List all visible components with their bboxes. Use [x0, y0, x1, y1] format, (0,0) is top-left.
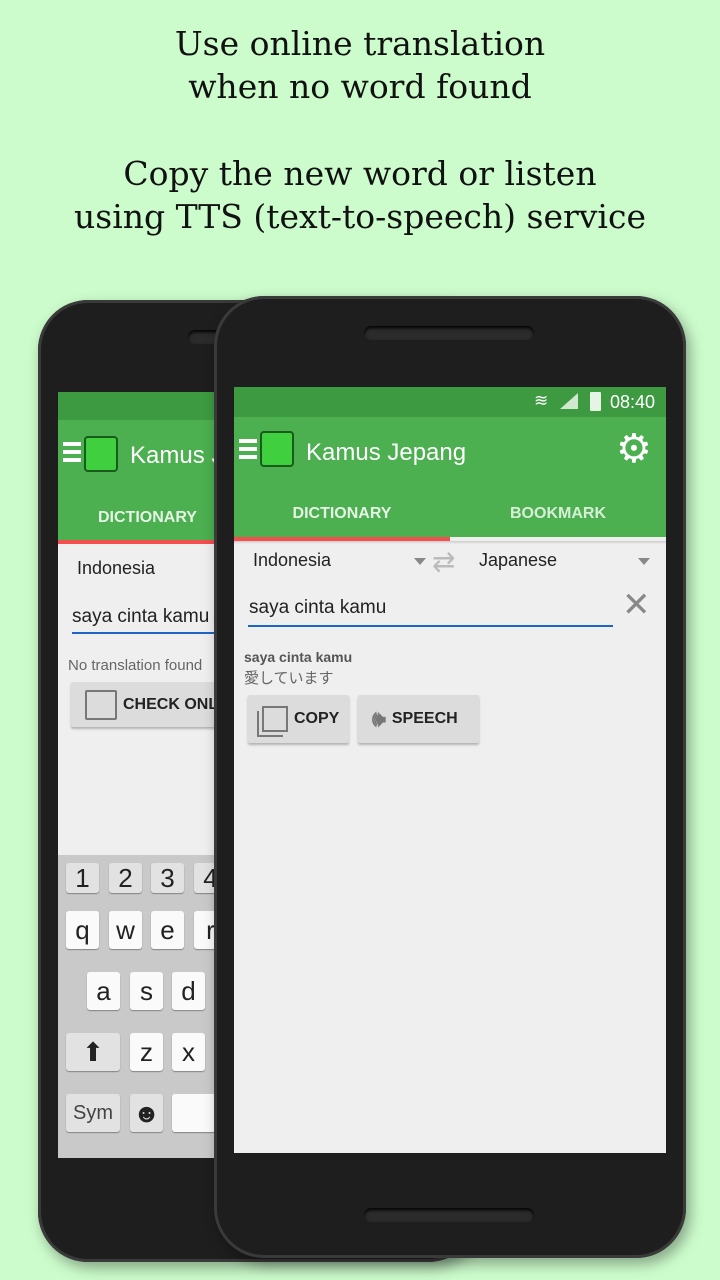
app-logo-icon [84, 436, 118, 472]
shift-key[interactable]: ⬆ [66, 1033, 120, 1071]
tab-dictionary[interactable]: DICTIONARY [234, 505, 450, 523]
app-logo-icon [260, 431, 294, 467]
target-language-select[interactable]: Japanese [479, 550, 557, 571]
online-search-icon [85, 689, 117, 720]
bottom-speaker-grille [364, 1208, 534, 1222]
caption-line-4: using TTS (text-to-speech) service [74, 197, 646, 236]
key-q[interactable]: q [66, 911, 99, 949]
copy-button[interactable]: COPY [248, 695, 349, 743]
caption-line-2: when no word found [188, 67, 532, 106]
shift-arrow-icon: ⬆ [82, 1036, 104, 1067]
speech-button[interactable]: 🕪 SPEECH [358, 695, 479, 743]
key-d[interactable]: d [172, 972, 205, 1010]
key-x[interactable]: x [172, 1033, 205, 1071]
settings-gear-icon[interactable]: ⚙ [616, 429, 652, 469]
status-bar: ≋ 08:40 [234, 387, 666, 417]
sym-key[interactable]: Sym [66, 1094, 120, 1132]
speaker-grille [364, 326, 534, 340]
wifi-icon: ≋ [534, 391, 549, 410]
source-language-select[interactable]: Indonesia [77, 558, 155, 579]
source-dropdown-arrow-icon[interactable] [414, 558, 426, 565]
app-title: Kamus Jepang [306, 439, 467, 466]
target-dropdown-arrow-icon[interactable] [638, 558, 650, 565]
battery-icon [590, 392, 601, 411]
tab-dictionary[interactable]: DICTIONARY [98, 509, 197, 527]
copy-label: COPY [294, 710, 340, 727]
app-bar-shadow [234, 541, 666, 544]
status-time: 08:40 [610, 392, 656, 412]
source-language-select[interactable]: Indonesia [253, 550, 331, 571]
front-phone: ≋ 08:40 Kamus Jepang ⚙ DICTIONARY BOOKMA… [214, 296, 686, 1258]
speaker-icon: 🕪 [372, 706, 386, 731]
key-a[interactable]: a [87, 972, 120, 1010]
swap-languages-icon[interactable]: ⇄ [432, 545, 455, 578]
key-s[interactable]: s [130, 972, 163, 1010]
search-input[interactable]: saya cinta kamu [248, 597, 613, 627]
key-w[interactable]: w [109, 911, 142, 949]
speech-label: SPEECH [391, 710, 458, 727]
no-translation-message: No translation found [68, 657, 203, 674]
key-1[interactable]: 1 [66, 863, 99, 893]
caption-line-3: Copy the new word or listen [123, 154, 597, 193]
app-bar: Kamus Jepang ⚙ DICTIONARY BOOKMARK [234, 417, 666, 537]
key-z[interactable]: z [130, 1033, 163, 1071]
key-2[interactable]: 2 [109, 863, 142, 893]
tab-bookmark[interactable]: BOOKMARK [450, 505, 666, 523]
caption-line-1: Use online translation [174, 24, 546, 63]
menu-icon[interactable] [239, 439, 257, 463]
menu-icon[interactable] [63, 442, 81, 466]
signal-icon [560, 393, 578, 409]
emoji-icon: ☻ [132, 1097, 161, 1128]
key-3[interactable]: 3 [151, 863, 184, 893]
emoji-key[interactable]: ☻ [130, 1094, 163, 1132]
result-translation: 愛しています [244, 669, 334, 687]
result-word: saya cinta kamu [244, 649, 353, 665]
clear-input-icon[interactable]: ✕ [622, 587, 651, 623]
front-phone-screen: ≋ 08:40 Kamus Jepang ⚙ DICTIONARY BOOKMA… [234, 387, 666, 1153]
key-e[interactable]: e [151, 911, 184, 949]
copy-icon [262, 706, 288, 732]
